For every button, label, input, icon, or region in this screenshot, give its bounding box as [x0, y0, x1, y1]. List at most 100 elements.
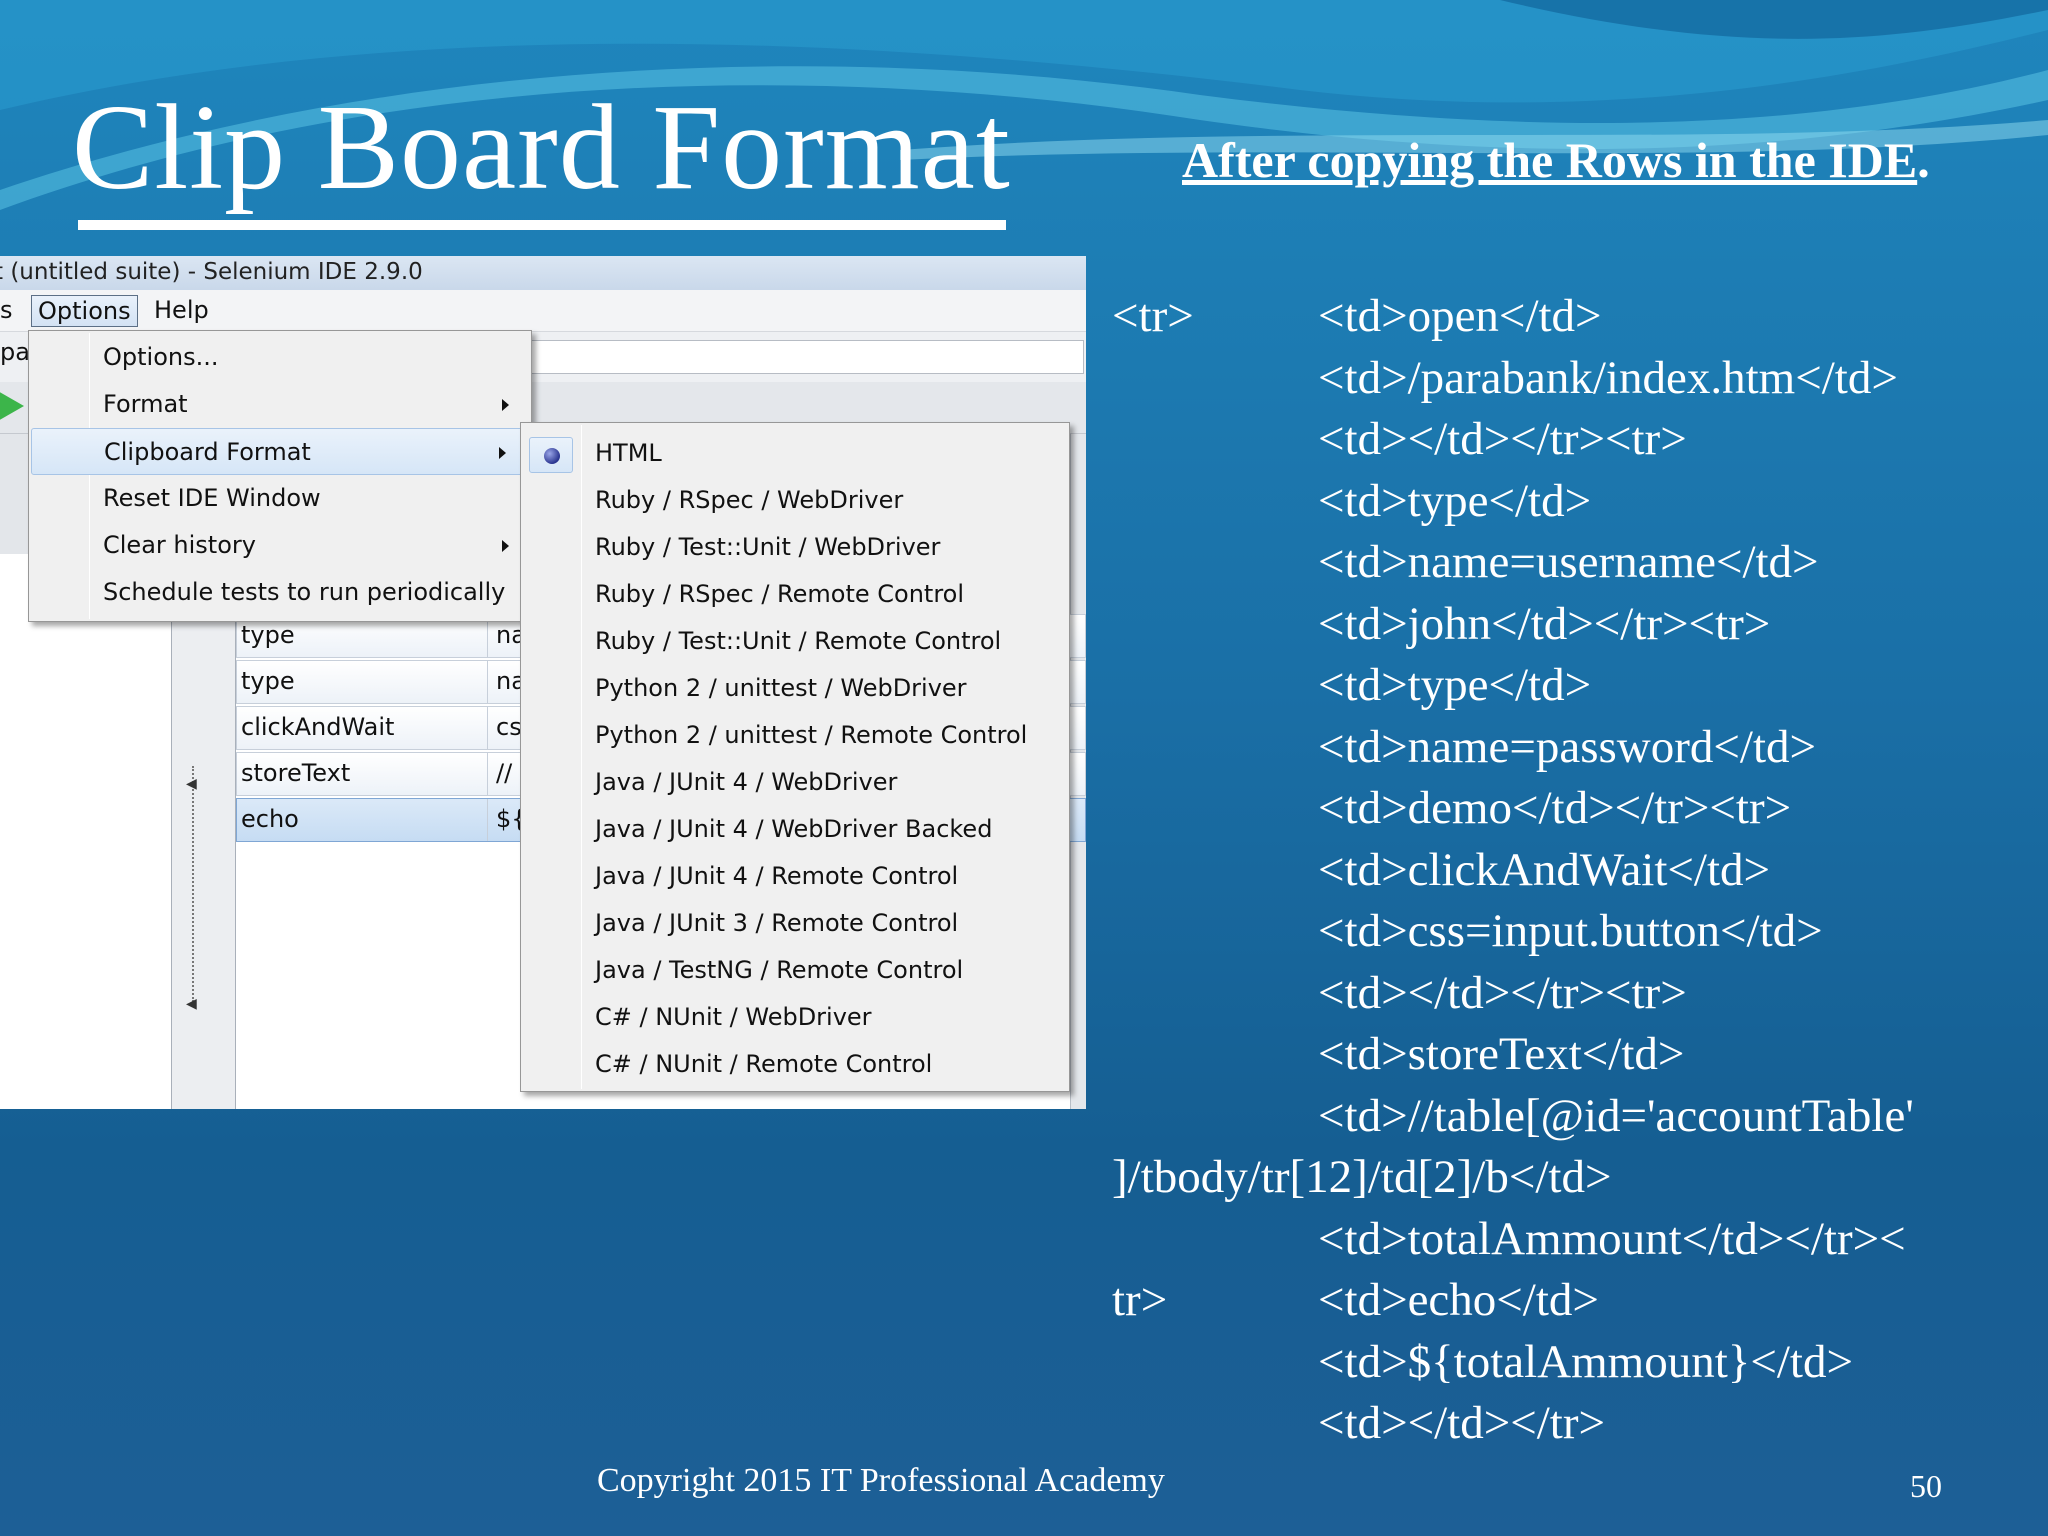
clipboard-format-item[interactable]: Ruby / Test::Unit / Remote Control [521, 619, 1069, 666]
splitter-left-arrow-icon[interactable]: ◀ [186, 776, 197, 792]
code-line-lead: tr> [1112, 1274, 1168, 1326]
code-line-lead [1112, 348, 1318, 410]
base-url-label-partial: pa [0, 338, 30, 366]
code-line: <td>demo</td></tr><tr> [1112, 778, 2048, 840]
code-line-text: <td>${totalAmmount}</td> [1318, 1335, 1853, 1388]
clipboard-format-item[interactable]: Ruby / RSpec / Remote Control [521, 572, 1069, 619]
html-code-listing: <tr> <td>open</td> <td>/parabank/index.htm… [1112, 286, 2048, 1455]
menu-item-label: Clipboard Format [104, 438, 311, 466]
clipboard-format-label: Java / JUnit 4 / WebDriver Backed [595, 815, 993, 843]
code-line: <td></td></tr> [1112, 1393, 2048, 1455]
code-line-lead [1112, 963, 1318, 1025]
command-cell: clickAndWait [241, 713, 395, 741]
menu-item-label: Options... [103, 343, 219, 371]
clipboard-format-label: Python 2 / unittest / WebDriver [595, 674, 967, 702]
code-line: ]/tbody/tr[12]/td[2]/b</td> [1112, 1147, 2048, 1209]
code-line-text: <td></td></tr><tr> [1318, 966, 1687, 1019]
menu-item-clear-history[interactable]: Clear history [29, 522, 531, 569]
code-line: <td>type</td> [1112, 471, 2048, 533]
menubar-item-help[interactable]: Help [148, 295, 215, 327]
clipboard-format-item[interactable]: Python 2 / unittest / WebDriver [521, 666, 1069, 713]
clipboard-format-item[interactable]: Java / TestNG / Remote Control [521, 948, 1069, 995]
command-cell: storeText [241, 759, 351, 787]
code-line: <td>storeText</td> [1112, 1024, 2048, 1086]
code-line-lead [1112, 1086, 1318, 1148]
menu-item-options[interactable]: Options... [29, 334, 531, 381]
clipboard-format-label: Java / JUnit 4 / Remote Control [595, 862, 959, 890]
clipboard-format-label: Ruby / RSpec / WebDriver [595, 486, 904, 514]
code-line-text: <td>/parabank/index.htm</td> [1318, 351, 1898, 404]
play-icon[interactable] [0, 390, 24, 422]
subtitle-text: After copying the Rows in the IDE [1182, 132, 1918, 188]
code-line-lead: <tr> [1112, 290, 1194, 342]
clipboard-format-item[interactable]: Java / JUnit 4 / Remote Control [521, 854, 1069, 901]
menu-item-label: Format [103, 390, 188, 418]
code-line: <td>totalAmmount</td></tr>< [1112, 1209, 2048, 1271]
code-line: <td></td></tr><tr> [1112, 409, 2048, 471]
code-line-lead [1112, 778, 1318, 840]
menu-item-schedule-tests-to-run-periodically[interactable]: Schedule tests to run periodically [29, 569, 531, 616]
clipboard-format-label: Ruby / Test::Unit / WebDriver [595, 533, 941, 561]
code-line-lead [1112, 471, 1318, 533]
clipboard-format-label: Java / JUnit 4 / WebDriver [595, 768, 898, 796]
code-line-text: <td>open</td> [1318, 290, 1602, 342]
clipboard-format-submenu: HTML Ruby / RSpec / WebDriver Ruby / Test:… [520, 422, 1070, 1092]
column-divider [487, 753, 488, 795]
menubar-item-partial[interactable]: s [0, 295, 19, 327]
code-line: <td>${totalAmmount}</td> [1112, 1332, 2048, 1394]
menu-item-label: Schedule tests to run periodically [103, 578, 506, 606]
code-line-text: <td>css=input.button</td> [1318, 905, 1823, 957]
code-line-lead [1112, 594, 1318, 656]
code-line-text: <td>john</td></tr><tr> [1318, 597, 1771, 650]
code-line-lead [1112, 532, 1318, 594]
submenu-arrow-icon [499, 447, 506, 459]
menubar: s Options Help [0, 290, 1086, 332]
menubar-item-options[interactable]: Options [31, 295, 138, 327]
clipboard-format-item[interactable]: C# / NUnit / WebDriver [521, 995, 1069, 1042]
column-divider [487, 799, 488, 841]
clipboard-format-label: Ruby / Test::Unit / Remote Control [595, 627, 1002, 655]
code-line-text: <td>//table[@id='accountTable' [1318, 1089, 1914, 1142]
window-title: t (untitled suite) - Selenium IDE 2.9.0 [0, 259, 423, 285]
submenu-arrow-icon [502, 540, 509, 552]
code-line: <td>type</td> [1112, 655, 2048, 717]
clipboard-format-label: Python 2 / unittest / Remote Control [595, 721, 1028, 749]
code-line-lead [1112, 409, 1318, 471]
code-line-lead [1112, 1209, 1318, 1271]
code-line: <td>clickAndWait</td> [1112, 840, 2048, 902]
clipboard-format-item[interactable]: C# / NUnit / Remote Control [521, 1042, 1069, 1089]
code-line-text: <td>name=password</td> [1318, 720, 1817, 773]
clipboard-format-item[interactable]: Java / JUnit 4 / WebDriver [521, 760, 1069, 807]
title-underline [78, 220, 1006, 230]
code-line-lead: ]/tbody/tr[12]/td[2]/b</td> [1112, 1151, 1612, 1203]
options-menu: Options... Format Clipboard Format Reset ID… [28, 330, 532, 622]
code-line-text: <td></td></tr><tr> [1318, 413, 1687, 465]
menu-item-format[interactable]: Format [29, 381, 531, 428]
clipboard-format-item[interactable]: Ruby / Test::Unit / WebDriver [521, 525, 1069, 572]
code-line-text: <td>type</td> [1318, 474, 1592, 527]
menu-item-clipboard-format[interactable]: Clipboard Format [31, 428, 529, 475]
clipboard-format-item[interactable]: Java / JUnit 3 / Remote Control [521, 901, 1069, 948]
slide-title: Clip Board Format [72, 80, 1011, 215]
code-line: <td>name=password</td> [1112, 717, 2048, 779]
splitter-left-arrow-icon[interactable]: ◀ [186, 996, 197, 1012]
code-line-text: <td>name=username</td> [1318, 536, 1819, 588]
command-cell: echo [241, 805, 299, 833]
window-titlebar: t (untitled suite) - Selenium IDE 2.9.0 [0, 256, 1086, 290]
code-line-lead [1112, 1332, 1318, 1394]
splitter-grip[interactable] [192, 766, 194, 1002]
code-line-text: <td>demo</td></tr><tr> [1318, 782, 1792, 834]
test-case-pane-header [0, 434, 30, 554]
base-url-input[interactable] [528, 340, 1084, 374]
clipboard-format-item[interactable]: HTML [521, 431, 1069, 478]
footer-copyright: Copyright 2015 IT Professional Academy [597, 1462, 1165, 1499]
menu-item-label: Clear history [103, 531, 256, 559]
code-line-text: <td>storeText</td> [1318, 1028, 1685, 1080]
menu-item-reset-ide-window[interactable]: Reset IDE Window [29, 475, 531, 522]
subtitle-period: . [1917, 132, 1930, 188]
code-line: <td></td></tr><tr> [1112, 963, 2048, 1025]
clipboard-format-item[interactable]: Java / JUnit 4 / WebDriver Backed [521, 807, 1069, 854]
clipboard-format-item[interactable]: Python 2 / unittest / Remote Control [521, 713, 1069, 760]
clipboard-format-item[interactable]: Ruby / RSpec / WebDriver [521, 478, 1069, 525]
clipboard-format-label: Ruby / RSpec / Remote Control [595, 580, 965, 608]
